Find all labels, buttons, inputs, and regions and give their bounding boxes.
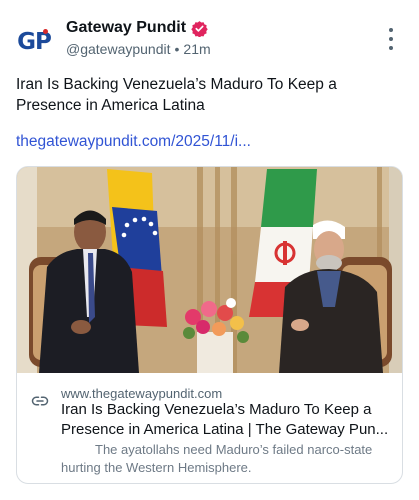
post-text: Iran Is Backing Venezuela’s Maduro To Ke… xyxy=(16,76,337,114)
more-dots-icon xyxy=(389,28,393,32)
link-preview-card[interactable]: www.thegatewaypundit.com Iran Is Backing… xyxy=(16,166,403,484)
more-dots-icon-bottom xyxy=(389,46,393,50)
card-domain: www.thegatewaypundit.com xyxy=(61,386,223,401)
more-options-button[interactable] xyxy=(384,28,398,50)
avatar[interactable]: GP xyxy=(14,22,54,62)
post-time[interactable]: 21m xyxy=(183,41,210,57)
verified-badge-icon xyxy=(191,20,208,37)
card-title: Iran Is Backing Venezuela’s Maduro To Ke… xyxy=(61,401,389,438)
more-dots-icon-mid xyxy=(389,37,393,41)
preview-photo xyxy=(17,167,402,373)
card-meta: www.thegatewaypundit.com Iran Is Backing… xyxy=(17,377,402,483)
author-handle[interactable]: @gatewaypundit xyxy=(66,41,171,57)
author-meta: @gatewaypundit • 21m xyxy=(66,41,211,57)
social-post: GP Gateway Pundit @gatewaypundit • 21m I… xyxy=(0,0,419,500)
author-name-row: Gateway Pundit xyxy=(66,19,208,37)
author-name[interactable]: Gateway Pundit xyxy=(66,19,186,37)
link-icon xyxy=(31,396,49,406)
card-description: The ayatollahs need Maduro’s failed narc… xyxy=(61,442,373,475)
post-link[interactable]: thegatewaypundit.com/2025/11/i... xyxy=(16,133,251,151)
meta-separator: • xyxy=(174,41,180,57)
avatar-logo-dot xyxy=(43,29,48,34)
